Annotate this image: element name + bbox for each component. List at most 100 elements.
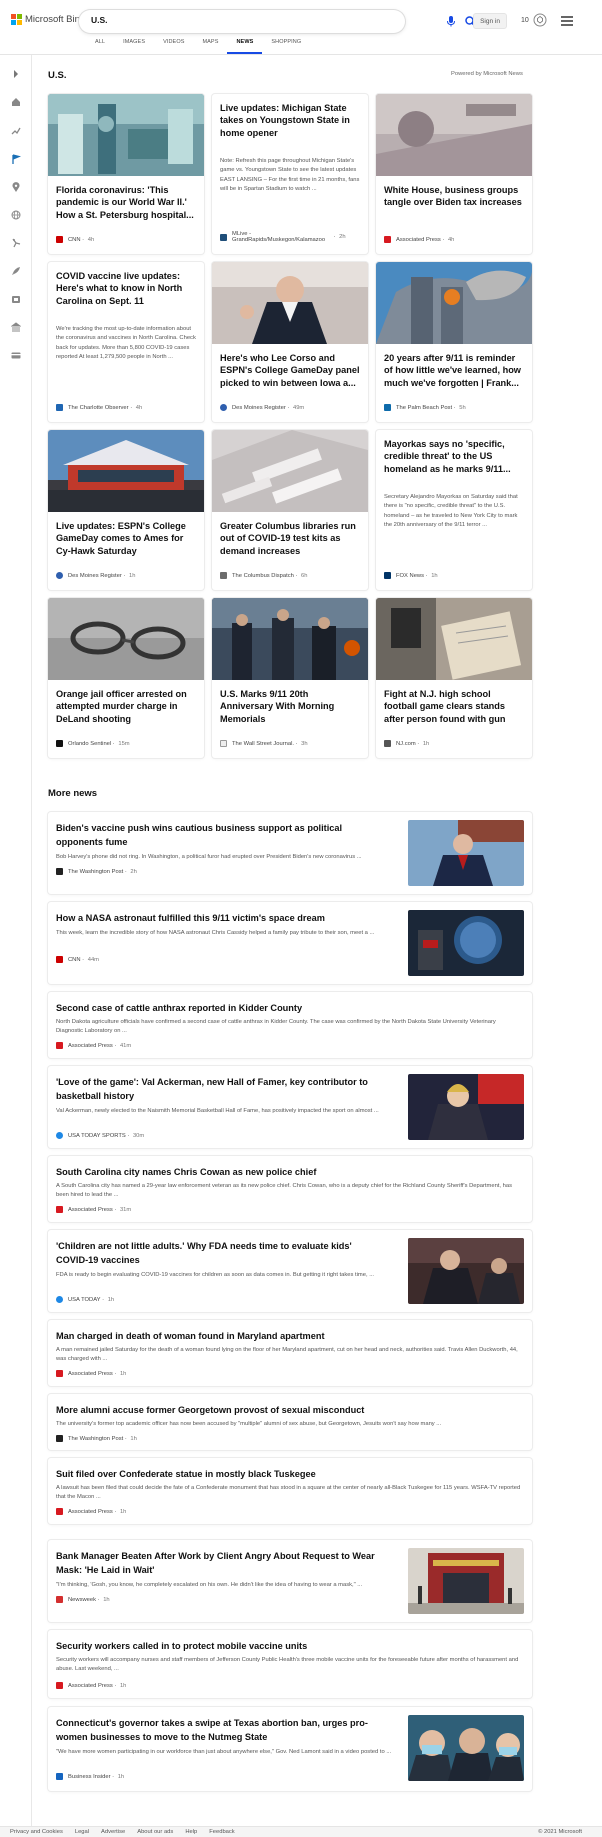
source-name: Newsweek xyxy=(68,1596,97,1603)
search-input[interactable] xyxy=(91,15,331,25)
expand-icon[interactable] xyxy=(10,68,22,80)
list-item[interactable]: How a NASA astronaut fulfilled this 9/11… xyxy=(48,902,532,984)
card-headline[interactable]: Here's who Lee Corso and ESPN's College … xyxy=(220,352,360,389)
source-time: 5h xyxy=(459,404,466,411)
item-snippet: A man remained jailed Saturday for the d… xyxy=(56,1347,518,1363)
card-headline[interactable]: Orange jail officer arrested on attempte… xyxy=(56,688,196,725)
search-box[interactable] xyxy=(79,10,476,33)
ap-logo-icon xyxy=(56,1370,63,1377)
tab-images[interactable]: IMAGES xyxy=(114,39,154,54)
rewards-icon[interactable] xyxy=(533,13,547,27)
list-item[interactable]: 'Children are not little adults.' Why FD… xyxy=(48,1230,532,1312)
tab-news[interactable]: NEWS xyxy=(227,39,263,54)
news-card[interactable]: Greater Columbus libraries run out of CO… xyxy=(212,430,368,590)
list-item[interactable]: Man charged in death of woman found in M… xyxy=(48,1320,532,1386)
item-snippet: A South Carolina city has named a 29-yea… xyxy=(56,1183,512,1199)
globe-icon[interactable] xyxy=(10,209,22,221)
card-headline[interactable]: Florida coronavirus: 'This pandemic is o… xyxy=(56,184,196,221)
tab-maps[interactable]: MAPS xyxy=(193,39,227,54)
news-card[interactable]: Live updates: ESPN's College GameDay com… xyxy=(48,430,204,590)
item-headline[interactable]: Bank Manager Beaten After Work by Client… xyxy=(56,1550,386,1578)
politics-icon[interactable] xyxy=(10,321,22,333)
list-item[interactable]: Security workers called in to protect mo… xyxy=(48,1630,532,1698)
home-icon[interactable] xyxy=(10,96,22,108)
news-card[interactable]: COVID vaccine live updates: Here's what … xyxy=(48,262,204,422)
ap-logo-icon xyxy=(56,1682,63,1689)
card-headline[interactable]: COVID vaccine live updates: Here's what … xyxy=(56,270,196,307)
source-name: The Columbus Dispatch xyxy=(232,572,294,579)
item-headline[interactable]: South Carolina city names Chris Cowan as… xyxy=(56,1166,516,1180)
covid-test-kits-photo xyxy=(212,430,368,512)
source-time: 1h xyxy=(103,1596,110,1603)
news-card[interactable]: Live updates: Michigan State takes on Yo… xyxy=(212,94,368,254)
news-card[interactable]: Florida coronavirus: 'This pandemic is o… xyxy=(48,94,204,254)
news-card[interactable]: Fight at N.J. high school football game … xyxy=(376,598,532,758)
menu-icon[interactable] xyxy=(561,16,573,26)
card-headline[interactable]: Fight at N.J. high school football game … xyxy=(384,688,524,725)
news-card[interactable]: Mayorkas says no 'specific, credible thr… xyxy=(376,430,532,590)
cnn-logo-icon xyxy=(56,956,63,963)
news-card[interactable]: Here's who Lee Corso and ESPN's College … xyxy=(212,262,368,422)
rocket-icon[interactable] xyxy=(10,265,22,277)
tab-shopping[interactable]: SHOPPING xyxy=(262,39,310,54)
card-headline[interactable]: U.S. Marks 9/11 20th Anniversary With Mo… xyxy=(220,688,360,725)
news-card[interactable]: 20 years after 9/11 is reminder of how l… xyxy=(376,262,532,422)
card-headline[interactable]: Live updates: ESPN's College GameDay com… xyxy=(56,520,196,557)
footer-link-about-ads[interactable]: About our ads xyxy=(137,1829,173,1835)
card-headline[interactable]: 20 years after 9/11 is reminder of how l… xyxy=(384,352,524,389)
item-headline[interactable]: Connecticut's governor takes a swipe at … xyxy=(56,1717,386,1745)
list-item[interactable]: Biden's vaccine push wins cautious busin… xyxy=(48,812,532,894)
news-card[interactable]: White House, business groups tangle over… xyxy=(376,94,532,254)
item-headline[interactable]: 'Children are not little adults.' Why FD… xyxy=(56,1240,386,1268)
list-item[interactable]: South Carolina city names Chris Cowan as… xyxy=(48,1156,532,1222)
card-source: Orlando Sentinel · 15m xyxy=(56,740,198,747)
item-headline[interactable]: Man charged in death of woman found in M… xyxy=(56,1330,516,1344)
footer-link-legal[interactable]: Legal xyxy=(75,1829,89,1835)
footer-link-advertise[interactable]: Advertise xyxy=(101,1829,125,1835)
entertainment-icon[interactable] xyxy=(10,293,22,305)
list-item[interactable]: More alumni accuse former Georgetown pro… xyxy=(48,1394,532,1450)
news-card[interactable]: U.S. Marks 9/11 20th Anniversary With Mo… xyxy=(212,598,368,758)
list-item[interactable]: Bank Manager Beaten After Work by Client… xyxy=(48,1540,532,1622)
item-headline[interactable]: How a NASA astronaut fulfilled this 9/11… xyxy=(56,912,386,926)
sign-in-button[interactable]: Sign in xyxy=(473,13,507,29)
lee-corso-photo xyxy=(212,262,368,344)
footer: Privacy and Cookies Legal Advertise Abou… xyxy=(0,1826,602,1837)
flag-icon[interactable] xyxy=(10,153,22,165)
list-item[interactable]: Second case of cattle anthrax reported i… xyxy=(48,992,532,1058)
card-snippet: Secretary Alejandro Mayorkas on Saturday… xyxy=(384,494,518,528)
hospital-photo xyxy=(48,94,204,176)
news-card[interactable]: Orange jail officer arrested on attempte… xyxy=(48,598,204,758)
bing-logo[interactable]: Microsoft Bing xyxy=(11,14,85,25)
list-item[interactable]: Suit filed over Confederate statue in mo… xyxy=(48,1458,532,1524)
list-item[interactable]: 'Love of the game': Val Ackerman, new Ha… xyxy=(48,1066,532,1148)
rewards-count[interactable]: 10 xyxy=(521,17,529,24)
item-headline[interactable]: 'Love of the game': Val Ackerman, new Ha… xyxy=(56,1076,386,1104)
footer-link-privacy[interactable]: Privacy and Cookies xyxy=(10,1829,63,1835)
list-item[interactable]: Connecticut's governor takes a swipe at … xyxy=(48,1707,532,1791)
card-headline[interactable]: Mayorkas says no 'specific, credible thr… xyxy=(384,438,524,475)
palm-beach-post-logo-icon xyxy=(384,404,391,411)
card-headline[interactable]: Greater Columbus libraries run out of CO… xyxy=(220,520,360,557)
footer-link-feedback[interactable]: Feedback xyxy=(209,1829,234,1835)
trending-icon[interactable] xyxy=(10,125,22,137)
powered-by[interactable]: Powered by Microsoft News xyxy=(451,71,523,77)
item-source: Associated Press · 1h xyxy=(56,1508,126,1515)
item-headline[interactable]: More alumni accuse former Georgetown pro… xyxy=(56,1404,516,1418)
tab-all[interactable]: ALL xyxy=(86,39,114,54)
item-source: Newsweek · 1h xyxy=(56,1596,110,1603)
item-headline[interactable]: Biden's vaccine push wins cautious busin… xyxy=(56,822,386,850)
card-headline[interactable]: Live updates: Michigan State takes on Yo… xyxy=(220,102,360,139)
item-headline[interactable]: Security workers called in to protect mo… xyxy=(56,1640,516,1654)
sports-icon[interactable] xyxy=(10,237,22,249)
item-headline[interactable]: Suit filed over Confederate statue in mo… xyxy=(56,1468,516,1482)
tab-videos[interactable]: VIDEOS xyxy=(154,39,193,54)
mic-icon[interactable] xyxy=(446,16,456,27)
card-headline[interactable]: White House, business groups tangle over… xyxy=(384,184,524,209)
money-icon[interactable] xyxy=(10,349,22,361)
source-name: Associated Press xyxy=(396,236,441,243)
footer-link-help[interactable]: Help xyxy=(185,1829,197,1835)
location-icon[interactable] xyxy=(10,181,22,193)
item-headline[interactable]: Second case of cattle anthrax reported i… xyxy=(56,1002,516,1016)
item-snippet: "I'm thinking, 'Gosh, you know, he compl… xyxy=(56,1582,363,1588)
